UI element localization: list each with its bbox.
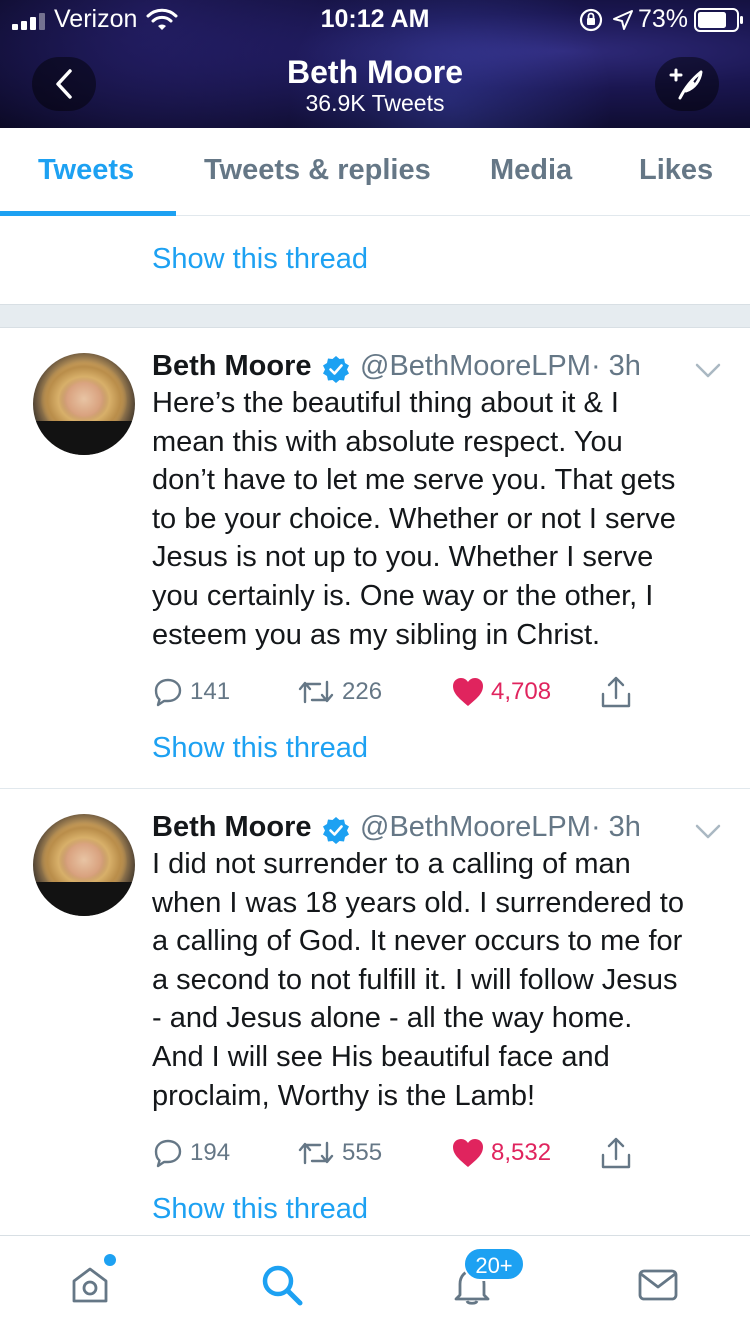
tab-likes[interactable]: Likes xyxy=(639,154,713,187)
chevron-down-icon[interactable] xyxy=(694,362,722,380)
author-name[interactable]: Beth Moore xyxy=(152,350,312,383)
tweet-time: · 3h xyxy=(590,350,641,382)
profile-header: Verizon 10:12 AM 73% Beth Moore 36.9K Tw… xyxy=(0,0,750,128)
show-thread-link[interactable]: Show this thread xyxy=(152,243,368,276)
home-new-indicator xyxy=(104,1254,116,1266)
share-button[interactable] xyxy=(599,674,633,710)
reply-icon xyxy=(154,678,182,707)
retweet-button[interactable]: 226 xyxy=(296,676,382,708)
like-button[interactable]: 4,708 xyxy=(451,676,551,708)
tweet-item[interactable]: Beth Moore @BethMooreLPM· 3h I did not s… xyxy=(0,789,750,1235)
like-count: 8,532 xyxy=(491,1139,552,1166)
bottom-navigation: 20+ xyxy=(0,1235,750,1334)
retweet-count: 555 xyxy=(342,1139,383,1166)
avatar[interactable] xyxy=(33,353,135,455)
retweet-icon xyxy=(298,680,334,704)
author-name[interactable]: Beth Moore xyxy=(152,811,312,844)
retweet-count: 226 xyxy=(342,678,383,705)
retweet-button[interactable]: 555 xyxy=(296,1137,382,1169)
compose-tweet-icon xyxy=(669,68,703,100)
active-tab-indicator xyxy=(0,211,176,216)
retweet-icon xyxy=(298,1141,334,1165)
reply-count: 141 xyxy=(190,678,231,705)
chevron-down-icon[interactable] xyxy=(694,823,722,841)
battery-percent: 73% xyxy=(638,5,689,33)
heart-filled-icon xyxy=(453,678,483,706)
tweet-item[interactable]: Beth Moore @BethMooreLPM· 3h Here’s the … xyxy=(0,328,750,788)
home-icon xyxy=(72,1267,108,1303)
profile-title: Beth Moore xyxy=(287,54,463,90)
tweet-feed[interactable]: Show this thread Beth Moore @BethMooreLP… xyxy=(0,217,750,1235)
verified-badge-icon xyxy=(323,356,349,383)
show-thread-link[interactable]: Show this thread xyxy=(152,1193,368,1226)
tab-media[interactable]: Media xyxy=(490,154,572,187)
messages-icon xyxy=(638,1269,678,1301)
reply-count: 194 xyxy=(190,1139,231,1166)
share-icon xyxy=(601,676,631,708)
search-icon xyxy=(262,1265,303,1306)
location-icon xyxy=(613,10,633,30)
nav-messages[interactable] xyxy=(634,1261,682,1309)
show-thread-link[interactable]: Show this thread xyxy=(152,732,368,765)
verified-badge-icon xyxy=(323,817,349,844)
like-count: 4,708 xyxy=(491,678,552,705)
tweet-text: Here’s the beautiful thing about it & I … xyxy=(152,387,676,651)
author-handle[interactable]: @BethMooreLPM· 3h xyxy=(360,350,641,383)
nav-home[interactable] xyxy=(66,1261,114,1309)
tab-tweets[interactable]: Tweets xyxy=(38,154,134,187)
share-button[interactable] xyxy=(599,1135,633,1171)
avatar[interactable] xyxy=(33,814,135,916)
battery-icon xyxy=(694,8,743,32)
tweet-count: 36.9K Tweets xyxy=(305,90,445,116)
nav-search[interactable] xyxy=(258,1261,306,1309)
compose-tweet-button[interactable] xyxy=(655,57,719,111)
tweet-text: I did not surrender to a calling of man … xyxy=(152,848,684,1112)
reply-button[interactable]: 141 xyxy=(152,676,230,708)
rotation-lock-icon xyxy=(579,8,603,32)
share-icon xyxy=(601,1137,631,1169)
thread-divider xyxy=(0,304,750,328)
author-handle[interactable]: @BethMooreLPM· 3h xyxy=(360,811,641,844)
tab-tweets-and-replies[interactable]: Tweets & replies xyxy=(204,154,431,187)
status-bar: Verizon 10:12 AM 73% xyxy=(0,0,750,40)
partial-action-icons xyxy=(0,217,750,225)
like-button[interactable]: 8,532 xyxy=(451,1137,551,1169)
reply-button[interactable]: 194 xyxy=(152,1137,230,1169)
heart-filled-icon xyxy=(453,1139,483,1167)
notification-badge: 20+ xyxy=(463,1247,525,1281)
profile-tabs: Tweets Tweets & replies Media Likes xyxy=(0,128,750,216)
reply-icon xyxy=(154,1139,182,1168)
tweet-time: · 3h xyxy=(590,811,641,843)
